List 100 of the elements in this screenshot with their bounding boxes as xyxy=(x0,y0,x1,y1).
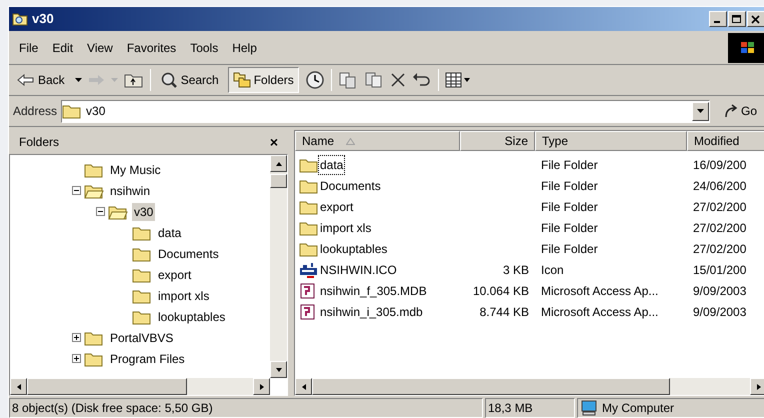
pane-title: Folders xyxy=(19,134,60,151)
status-text: 8 object(s) (Disk free space: 5,50 GB) xyxy=(9,398,483,418)
scroll-up-button[interactable] xyxy=(270,155,287,172)
search-icon xyxy=(160,71,178,89)
scroll-right-button[interactable] xyxy=(750,378,764,395)
arrow-right-icon xyxy=(756,382,762,390)
folder-icon xyxy=(84,350,104,366)
scroll-right-button[interactable] xyxy=(253,378,270,395)
scroll-down-button[interactable] xyxy=(270,361,287,378)
vertical-scrollbar[interactable] xyxy=(270,155,287,378)
scroll-left-button[interactable] xyxy=(10,378,27,395)
views-icon[interactable] xyxy=(444,72,471,88)
file-modified: 9/09/2003 xyxy=(692,282,748,300)
file-name[interactable]: data xyxy=(319,156,344,174)
column-header[interactable]: Modified xyxy=(687,131,764,151)
column-header[interactable]: Type xyxy=(535,131,687,151)
close-button[interactable] xyxy=(747,11,764,27)
folder-icon xyxy=(62,103,82,119)
menu-item[interactable]: View xyxy=(80,38,120,56)
search-button[interactable]: Search xyxy=(156,71,222,89)
file-type: File Folder xyxy=(540,198,599,216)
history-clock-icon[interactable] xyxy=(304,70,325,90)
folder-label[interactable]: lookuptables xyxy=(156,308,228,326)
menu-item[interactable]: Help xyxy=(225,38,264,56)
minimize-icon xyxy=(714,20,720,22)
up-folder-icon[interactable] xyxy=(124,72,144,88)
folder-icon xyxy=(299,198,319,214)
folders-icon xyxy=(232,72,251,88)
menu-item[interactable]: Favorites xyxy=(120,38,184,56)
arrow-right-icon xyxy=(258,382,264,390)
maximize-icon xyxy=(732,14,742,24)
collapse-toggle[interactable] xyxy=(72,186,80,195)
folder-label[interactable]: PortalVBVS xyxy=(108,328,176,346)
open-folder-icon xyxy=(84,182,104,198)
arrow-down-icon xyxy=(274,366,282,372)
close-icon xyxy=(751,14,761,24)
file-modified: 16/09/200 xyxy=(692,156,748,174)
folder-icon xyxy=(299,240,319,256)
scroll-thumb[interactable] xyxy=(27,378,187,395)
folders-button[interactable]: Folders xyxy=(228,67,299,93)
go-button[interactable]: Go xyxy=(720,102,760,120)
undo-icon[interactable] xyxy=(412,72,432,88)
horizontal-scrollbar[interactable] xyxy=(10,378,270,395)
file-modified: 27/02/200 xyxy=(692,240,748,258)
folder-label[interactable]: nsihwin xyxy=(108,182,152,200)
column-header[interactable]: Name xyxy=(295,131,460,151)
arrow-up-icon xyxy=(274,160,282,166)
delete-icon[interactable] xyxy=(390,72,406,88)
file-name[interactable]: Documents xyxy=(319,176,382,194)
minimize-button[interactable] xyxy=(709,11,727,27)
file-type: File Folder xyxy=(540,220,599,236)
open-folder-icon xyxy=(108,204,128,220)
folder-label[interactable]: export xyxy=(156,266,194,284)
file-name[interactable]: lookuptables xyxy=(319,240,388,258)
scroll-thumb[interactable] xyxy=(312,378,670,395)
copy-to-icon[interactable] xyxy=(364,71,384,89)
file-name[interactable]: nsihwin_f_305.MDB xyxy=(319,282,428,300)
file-type: Microsoft Access Ap... xyxy=(540,282,660,300)
scroll-thumb[interactable] xyxy=(270,174,287,188)
menu-item[interactable]: File xyxy=(9,38,46,56)
file-type: File Folder xyxy=(540,178,599,194)
folder-label[interactable]: data xyxy=(156,224,184,242)
maximize-button[interactable] xyxy=(728,11,746,27)
dropdown-button[interactable] xyxy=(692,102,709,120)
expand-toggle[interactable] xyxy=(72,354,80,363)
menu-item[interactable]: Edit xyxy=(45,38,80,56)
folder-search-icon xyxy=(12,11,28,27)
go-arrow-icon xyxy=(722,103,739,119)
folder-icon xyxy=(84,162,104,178)
folder-label[interactable]: Program Files xyxy=(108,350,187,368)
back-button[interactable]: Back xyxy=(13,71,69,89)
menu-item[interactable]: Tools xyxy=(183,38,226,56)
move-to-icon[interactable] xyxy=(338,71,358,89)
collapse-toggle[interactable] xyxy=(96,207,104,216)
horizontal-scrollbar[interactable] xyxy=(295,378,764,395)
file-name[interactable]: nsihwin_i_305.mdb xyxy=(319,302,424,320)
file-modified: 24/06/200 xyxy=(692,178,748,194)
caret-icon xyxy=(696,109,704,113)
folder-icon xyxy=(132,224,152,240)
folder-label[interactable]: Documents xyxy=(156,244,221,262)
folder-label[interactable]: import xls xyxy=(156,286,212,304)
expand-toggle[interactable] xyxy=(72,333,80,342)
address-field[interactable]: v30 xyxy=(61,100,710,122)
close-pane-button[interactable]: × xyxy=(270,132,278,152)
file-name[interactable]: NSIHWIN.ICO xyxy=(319,260,398,278)
arrow-left-icon xyxy=(300,382,306,390)
folder-label[interactable]: v30 xyxy=(132,202,156,220)
folder-label[interactable]: My Music xyxy=(108,160,163,178)
file-name[interactable]: import xls xyxy=(319,218,372,236)
folder-icon xyxy=(132,246,152,262)
file-size: 8.744 KB xyxy=(478,304,530,320)
caret-icon[interactable] xyxy=(74,78,82,82)
file-name[interactable]: export xyxy=(319,198,354,216)
window-title: v30 xyxy=(32,10,54,28)
status-zone: My Computer xyxy=(577,398,764,418)
column-header[interactable]: Size xyxy=(460,131,535,151)
folder-icon xyxy=(299,156,319,172)
file-size: 3 KB xyxy=(502,262,530,278)
scroll-left-button[interactable] xyxy=(295,378,312,395)
file-modified: 27/02/200 xyxy=(692,198,748,216)
